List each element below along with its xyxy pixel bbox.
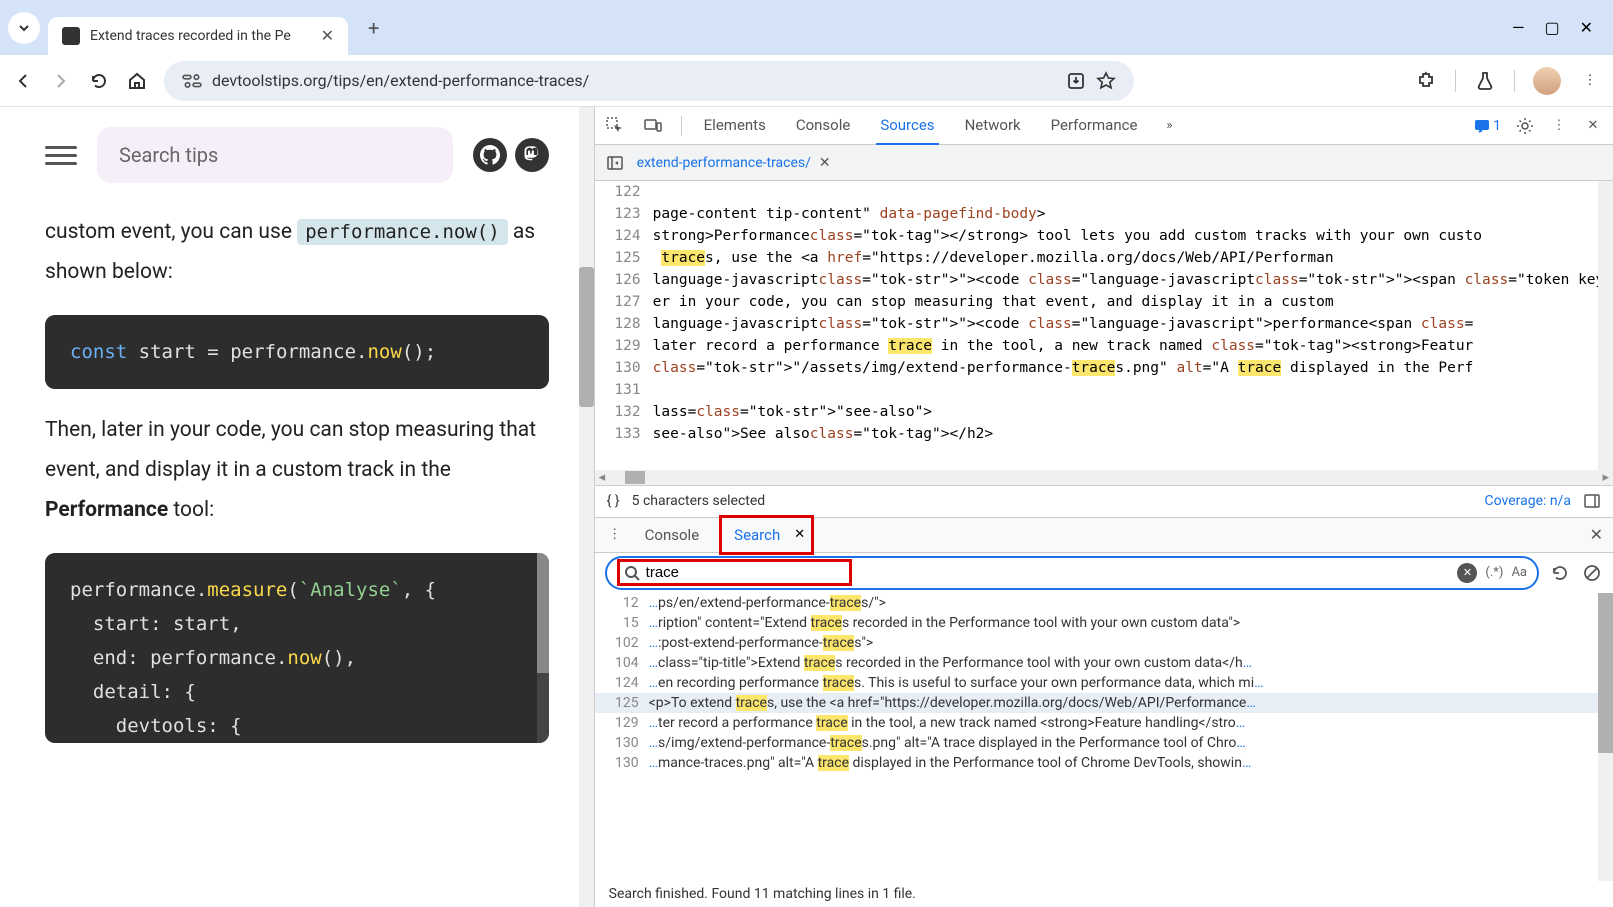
search-result-row[interactable]: 102…:post-extend-performance-traces"> xyxy=(595,633,1613,653)
site-search-input[interactable]: Search tips xyxy=(97,127,453,183)
drawer-tab-bar: ⋮ Console Search ✕ ✕ xyxy=(595,517,1613,553)
regex-toggle[interactable]: (.*) xyxy=(1485,565,1503,580)
browser-tab[interactable]: Extend traces recorded in the Pe ✕ xyxy=(48,17,348,55)
toggle-sidebar-button[interactable] xyxy=(1583,492,1601,510)
more-tabs-button[interactable]: » xyxy=(1159,116,1179,136)
code-block: performance.measure(`Analyse`, { start: … xyxy=(45,553,549,743)
github-icon[interactable] xyxy=(473,138,507,172)
divider xyxy=(1455,70,1456,92)
devtools-panel: Elements Console Sources Network Performance… xyxy=(595,107,1613,907)
close-drawer-button[interactable]: ✕ xyxy=(1590,525,1603,544)
site-controls-icon xyxy=(182,71,202,91)
inline-code: performance.now() xyxy=(297,219,507,245)
minimize-button[interactable]: — xyxy=(1512,18,1525,37)
browser-toolbar: devtoolstips.org/tips/en/extend-performa… xyxy=(0,55,1613,107)
case-sensitive-toggle[interactable]: Aa xyxy=(1511,565,1527,580)
home-button[interactable] xyxy=(126,70,148,92)
profile-avatar[interactable] xyxy=(1533,67,1561,95)
install-app-icon[interactable] xyxy=(1066,71,1086,91)
search-result-row[interactable]: 130…mance-traces.png" alt="A trace displ… xyxy=(595,753,1613,773)
editor-horizontal-scrollbar[interactable]: ◂ ▸ xyxy=(595,470,1613,485)
url-text: devtoolstips.org/tips/en/extend-performa… xyxy=(212,71,1056,90)
editor-vertical-scrollbar[interactable] xyxy=(1598,181,1613,470)
close-search-tab-button[interactable]: ✕ xyxy=(794,527,805,542)
close-window-button[interactable]: ✕ xyxy=(1580,18,1593,37)
bookmark-star-icon[interactable] xyxy=(1096,71,1116,91)
selection-status: 5 characters selected xyxy=(632,493,766,509)
devtools-tab-network[interactable]: Network xyxy=(961,107,1025,145)
address-bar[interactable]: devtoolstips.org/tips/en/extend-performa… xyxy=(164,61,1134,101)
new-tab-button[interactable]: + xyxy=(368,16,379,40)
browser-tab-strip: Extend traces recorded in the Pe ✕ + — ▢… xyxy=(0,0,1613,55)
coverage-link[interactable]: Coverage: n/a xyxy=(1485,493,1571,509)
search-result-row[interactable]: 12…ps/en/extend-performance-traces/"> xyxy=(595,593,1613,613)
code-block: const start = performance.now(); xyxy=(45,315,549,389)
messages-badge[interactable]: 1 xyxy=(1474,118,1501,134)
inspect-element-button[interactable] xyxy=(605,116,625,136)
source-code-editor[interactable]: 122123124125126127128129130131132133 pag… xyxy=(595,181,1613,470)
clear-search-icon[interactable] xyxy=(1581,562,1603,584)
results-scrollbar[interactable] xyxy=(1598,593,1613,882)
close-devtools-button[interactable]: ✕ xyxy=(1583,116,1603,136)
reload-button[interactable] xyxy=(88,70,110,92)
search-status: Search finished. Found 11 matching lines… xyxy=(595,881,1613,907)
search-input[interactable] xyxy=(646,564,845,581)
search-results-list: 12…ps/en/extend-performance-traces/">15…… xyxy=(595,593,1613,882)
refresh-search-button[interactable] xyxy=(1549,562,1571,584)
divider xyxy=(1514,70,1515,92)
search-result-row[interactable]: 15…ription" content="Extend traces recor… xyxy=(595,613,1613,633)
mastodon-icon[interactable] xyxy=(515,138,549,172)
forward-button[interactable] xyxy=(50,70,72,92)
devtools-menu-button[interactable]: ⋮ xyxy=(1549,116,1569,136)
settings-button[interactable] xyxy=(1515,116,1535,136)
drawer-menu-button[interactable]: ⋮ xyxy=(605,525,625,545)
page-viewport: Search tips custom event, you can use pe… xyxy=(0,107,595,907)
file-tab[interactable]: extend-performance-traces/ ✕ xyxy=(637,155,831,171)
devtools-tab-bar: Elements Console Sources Network Performance… xyxy=(595,107,1613,145)
maximize-button[interactable]: ▢ xyxy=(1544,18,1559,37)
hamburger-menu-button[interactable] xyxy=(45,139,77,171)
labs-button[interactable] xyxy=(1474,70,1496,92)
pretty-print-button[interactable]: { } xyxy=(607,493,620,509)
toggle-navigator-button[interactable] xyxy=(605,153,625,173)
extensions-button[interactable] xyxy=(1415,70,1437,92)
search-result-row[interactable]: 104…class="tip-title">Extend traces reco… xyxy=(595,653,1613,673)
window-controls: — ▢ ✕ xyxy=(1512,18,1605,37)
editor-status-bar: { } 5 characters selected Coverage: n/a xyxy=(595,485,1613,517)
devtools-tab-elements[interactable]: Elements xyxy=(700,107,770,145)
search-result-row[interactable]: 125<p>To extend traces, use the <a href=… xyxy=(595,693,1613,713)
devtools-tab-performance[interactable]: Performance xyxy=(1047,107,1142,145)
device-toolbar-button[interactable] xyxy=(643,116,663,136)
clear-search-button[interactable]: ✕ xyxy=(1457,563,1477,583)
favicon xyxy=(62,27,80,45)
drawer-tab-search[interactable]: Search xyxy=(728,520,786,550)
close-tab-button[interactable]: ✕ xyxy=(321,26,334,45)
search-result-row[interactable]: 129…ter record a performance trace in th… xyxy=(595,713,1613,733)
devtools-tab-console[interactable]: Console xyxy=(792,107,855,145)
article-body: custom event, you can use performance.no… xyxy=(45,213,549,743)
tabs-dropdown-button[interactable] xyxy=(8,12,40,44)
search-icon xyxy=(624,565,640,581)
sources-file-tabs: extend-performance-traces/ ✕ xyxy=(595,145,1613,181)
browser-menu-button[interactable]: ⋮ xyxy=(1579,70,1601,92)
tab-title: Extend traces recorded in the Pe xyxy=(90,28,311,44)
close-file-tab-button[interactable]: ✕ xyxy=(819,155,831,171)
search-bar: ✕ (.*) Aa xyxy=(595,553,1613,593)
back-button[interactable] xyxy=(12,70,34,92)
devtools-tab-sources[interactable]: Sources xyxy=(876,107,938,145)
search-result-row[interactable]: 124…en recording performance traces. Thi… xyxy=(595,673,1613,693)
chevron-down-icon xyxy=(18,22,30,34)
drawer-tab-console[interactable]: Console xyxy=(639,520,706,550)
search-result-row[interactable]: 130…s/img/extend-performance-traces.png"… xyxy=(595,733,1613,753)
page-scrollbar[interactable] xyxy=(579,107,594,907)
